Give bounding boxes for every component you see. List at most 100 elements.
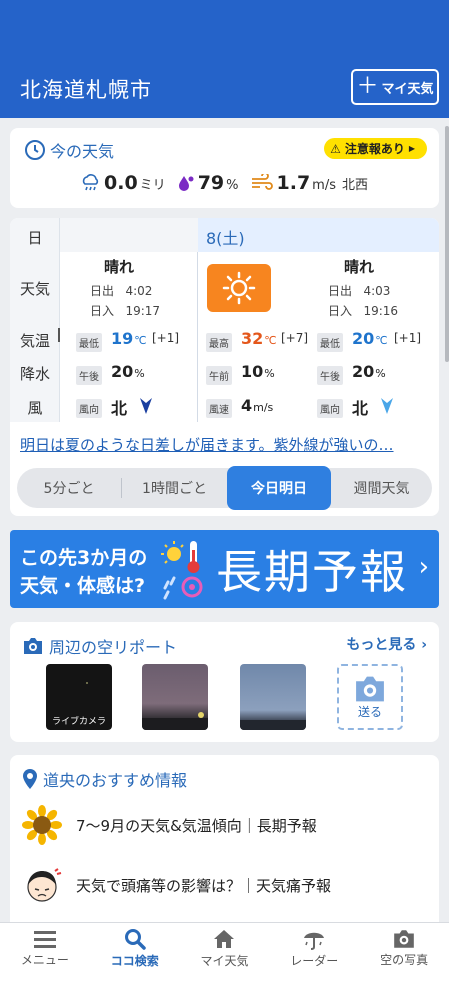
day-precip-value: 10% [241,362,275,381]
rain-cloud-icon [82,174,99,191]
wind-direction: 北西 [342,178,369,193]
banner-line1: この先3か月の [20,547,148,569]
next-temp-diff: [+1] [394,331,422,345]
date-header: 8(土) [198,218,439,252]
sunset-label: 日入 [90,304,115,318]
location-title: 北海道札幌市 [20,78,152,102]
nav-my-weather-label: マイ天気 [200,954,249,968]
current-weather-card[interactable]: 今の天気 ⚠ 注意報あり ▶ 0.0 ミリ 79 % 1.7 m/s 北西 [10,128,439,208]
tab-today-tomorrow[interactable]: 今日明日 [227,466,331,510]
nav-radar[interactable]: レーダー [269,923,359,974]
row-label-weather: 天気 [19,280,50,298]
wind-item: 1.7 m/s 北西 [251,172,369,194]
row-label-wind: 風 [27,399,43,417]
long-term-forecast-banner[interactable]: この先3か月の 天気・体感は? 長期予報 › [10,530,439,608]
precip-unit: % [264,367,275,380]
next-precip-chip: 午後 [317,366,343,385]
sunrise-time: 4:03 [363,284,391,298]
forecast-card: 日 天気 気温 降水 風 8(土) 晴れ 日出 4:02 日入 19:17 最低… [10,218,439,516]
next-temp-value: 20℃ [352,329,388,348]
nav-search-label: ココ検索 [110,954,159,968]
sunflower-icon [22,805,62,845]
sunset-label: 日入 [328,304,353,318]
current-conditions: 0.0 ミリ 79 % 1.7 m/s 北西 [80,172,380,194]
date-header-empty [60,218,198,252]
recommend-card: 道央のおすすめ情報 7〜9月の天気&気温傾向｜長期予報 天気で頭痛等の影響は？｜… [10,755,439,925]
next-wind-chip: 風向 [317,399,343,418]
warning-icon: ⚠ [330,141,341,156]
home-icon [214,930,235,948]
sunrise-label: 日出 [328,284,353,298]
add-my-weather-label: マイ天気 [381,81,434,97]
humidity-value: 79 [197,172,225,194]
precip-item: 0.0 ミリ [80,172,166,194]
precip-unit: ミリ [139,178,166,193]
precip-number: 10 [241,362,264,381]
search-icon [124,929,146,950]
temp-number: 19 [111,329,134,348]
nav-sky-photos[interactable]: 空の写真 [359,923,449,974]
column-divider [197,252,198,422]
precip-number: 20 [352,362,375,381]
tab-5min[interactable]: 5分ごと [17,468,121,508]
wind-value: 1.7 [276,172,311,194]
tree-line [142,718,208,730]
menu-icon [33,931,56,948]
live-camera-thumbnail[interactable]: ライブカメラ [46,664,112,730]
alert-badge[interactable]: ⚠ 注意報あり ▶ [324,138,427,159]
recommend-title: 道央のおすすめ情報 [43,771,188,790]
sky-photo-thumbnail[interactable] [240,664,306,730]
chevron-right-icon: ▶ [408,144,415,153]
nav-menu[interactable]: メニュー [0,923,90,974]
wind-number: 4 [241,396,253,415]
sunrise-label: 日出 [90,284,115,298]
sunset-time: 19:17 [125,304,161,318]
wind-unit: m/s [312,178,336,193]
page-scrollbar[interactable] [445,126,449,362]
map-pin-icon [23,769,37,789]
recommend-item-text: 天気で頭痛等の影響は？｜天気痛予報 [76,876,332,895]
forecast-headline-link[interactable]: 明日は夏のような日差しが届きます。紫外線が強いの… [20,434,430,455]
next-wind-value: 北 [352,399,369,418]
prev-weather-text: 晴れ [104,258,135,276]
row-label-day: 日 [27,229,43,247]
prev-sunset: 日入 19:17 [90,302,160,319]
precip-unit: % [375,367,386,380]
precip-value: 0.0 [104,172,138,194]
clock-icon [25,140,45,160]
recommend-item-text: 7〜9月の天気&気温傾向｜長期予報 [76,816,317,835]
day-temp-diff: [+7] [281,331,309,345]
nav-search[interactable]: ココ検索 [90,923,180,974]
row-labels: 日 天気 気温 降水 風 [10,218,60,422]
humidity-item: 79 % [178,172,239,194]
sky-photo-thumbnail[interactable] [142,664,208,730]
alert-label: 注意報あり [344,142,405,156]
day-precip-chip: 午前 [206,366,232,385]
sun-thermometer-icon [161,541,203,600]
precip-unit: % [134,367,145,380]
system-bar [0,974,449,1000]
chevron-right-icon: › [418,552,429,582]
scroll-indicator [58,328,60,342]
tab-weekly[interactable]: 週間天気 [331,468,432,508]
add-my-weather-button[interactable]: ＋ マイ天気 [351,69,439,105]
recommend-item[interactable]: 天気で頭痛等の影響は？｜天気痛予報 [22,865,331,905]
tab-hourly[interactable]: 1時間ごと [122,468,227,508]
temp-unit: ℃ [375,334,388,347]
nav-my-weather[interactable]: マイ天気 [180,923,270,974]
row-label-temp: 気温 [19,332,50,350]
current-weather-heading: 今の天気 [24,138,114,162]
temp-unit: ℃ [134,334,147,347]
send-label: 送る [357,704,382,719]
more-link[interactable]: もっと見る › [346,634,427,654]
sky-report-card: 周辺の空リポート もっと見る › ライブカメラ 送る [10,622,439,742]
recommend-item[interactable]: 7〜9月の天気&気温傾向｜長期予報 [22,805,317,845]
wind-unit: m/s [253,401,274,414]
send-photo-button[interactable]: 送る [337,664,403,730]
wind-arrow-down-icon [140,398,152,414]
next-temp-chip: 最低 [317,333,343,352]
day-wind-chip: 風速 [206,399,232,418]
day-temp-value: 32℃ [241,329,277,348]
camera-icon [394,930,414,948]
light-speck [86,682,88,684]
